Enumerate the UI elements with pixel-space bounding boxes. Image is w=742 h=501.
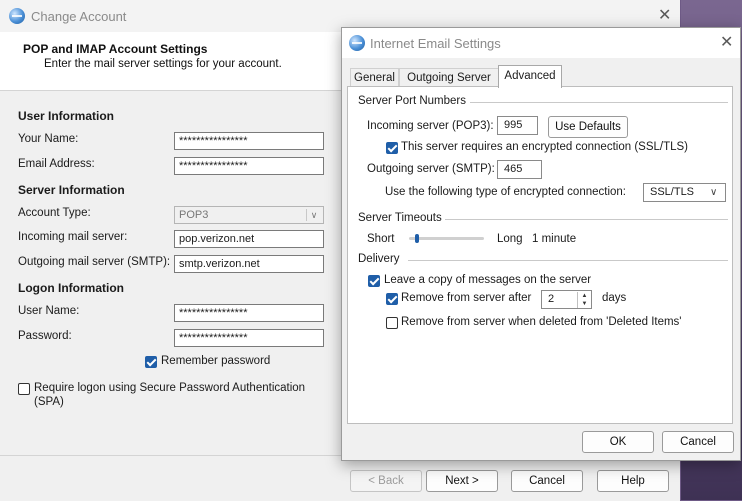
user-info-heading: User Information — [18, 109, 115, 123]
outgoing-port-label: Outgoing server (SMTP): — [367, 163, 495, 175]
leave-copy-checkbox[interactable] — [368, 275, 380, 287]
account-type-label: Account Type: — [18, 207, 91, 219]
remove-after-checkbox[interactable] — [386, 293, 398, 305]
divider — [470, 102, 728, 103]
next-button[interactable]: Next > — [426, 470, 498, 492]
timeout-slider-thumb[interactable] — [414, 234, 419, 243]
remove-after-days-value: 2 — [548, 293, 555, 305]
timeout-long-label: Long — [497, 233, 523, 245]
header-title: POP and IMAP Account Settings — [23, 42, 208, 56]
remove-deleted-label: Remove from server when deleted from 'De… — [401, 316, 682, 328]
encryption-type-label: Use the following type of encrypted conn… — [385, 186, 627, 198]
remember-password-label: Remember password — [161, 355, 271, 367]
use-defaults-button[interactable]: Use Defaults — [548, 116, 628, 138]
outgoing-server-input[interactable]: smtp.verizon.net — [174, 255, 324, 273]
window-title: Change Account — [31, 9, 127, 24]
divider — [445, 219, 728, 220]
incoming-port-label: Incoming server (POP3): — [367, 120, 494, 132]
header-subtitle: Enter the mail server settings for your … — [44, 58, 282, 70]
chevron-down-icon: ∨ — [306, 209, 321, 221]
incoming-port-input[interactable]: 995 — [497, 116, 538, 135]
tab-outgoing-server[interactable]: Outgoing Server — [399, 68, 499, 87]
outgoing-server-label: Outgoing mail server (SMTP): — [18, 256, 171, 268]
your-name-label: Your Name: — [18, 133, 79, 145]
server-ports-heading: Server Port Numbers — [358, 95, 467, 107]
help-button[interactable]: Help — [597, 470, 669, 492]
leave-copy-label: Leave a copy of messages on the server — [384, 274, 592, 286]
timeout-slider[interactable] — [409, 237, 484, 240]
timeout-short-label: Short — [367, 233, 395, 245]
timeout-value: 1 minute — [532, 233, 577, 245]
dialog-cancel-button[interactable]: Cancel — [662, 431, 734, 453]
password-label: Password: — [18, 330, 72, 342]
server-info-heading: Server Information — [18, 183, 125, 197]
email-label: Email Address: — [18, 158, 95, 170]
tab-advanced[interactable]: Advanced — [498, 65, 562, 88]
ssl-required-checkbox[interactable] — [386, 142, 398, 154]
outgoing-port-input[interactable]: 465 — [497, 160, 542, 179]
days-label: days — [602, 292, 627, 304]
encryption-type-select[interactable]: SSL/TLS ∨ — [643, 183, 726, 202]
logon-info-heading: Logon Information — [18, 281, 124, 295]
remove-after-label: Remove from server after — [401, 292, 532, 304]
spa-checkbox[interactable] — [18, 383, 30, 395]
your-name-input[interactable]: **************** — [174, 132, 324, 150]
encryption-type-value: SSL/TLS — [650, 186, 695, 198]
email-settings-titlebar: Internet Email Settings ✕ — [342, 28, 740, 58]
cancel-button[interactable]: Cancel — [511, 470, 583, 492]
internet-email-settings-dialog: Internet Email Settings ✕ General Outgoi… — [341, 27, 741, 461]
app-globe-icon — [9, 8, 25, 24]
spa-label: Require logon using Secure Password Auth… — [34, 382, 306, 408]
email-input[interactable]: **************** — [174, 157, 324, 175]
server-timeouts-heading: Server Timeouts — [358, 212, 442, 224]
spin-down-icon[interactable]: ▼ — [577, 300, 591, 308]
remove-deleted-checkbox[interactable] — [386, 317, 398, 329]
back-button[interactable]: < Back — [350, 470, 422, 492]
username-input[interactable]: **************** — [174, 304, 324, 322]
app-globe-icon — [349, 35, 365, 51]
incoming-server-label: Incoming mail server: — [18, 231, 128, 243]
spin-up-icon[interactable]: ▲ — [577, 292, 591, 300]
delivery-heading: Delivery — [358, 253, 400, 265]
tab-general[interactable]: General — [350, 68, 399, 87]
incoming-server-input[interactable]: pop.verizon.net — [174, 230, 324, 248]
remember-password-checkbox[interactable] — [145, 356, 157, 368]
dialog-title: Internet Email Settings — [370, 36, 501, 51]
password-input[interactable]: **************** — [174, 329, 324, 347]
chevron-down-icon: ∨ — [710, 187, 718, 198]
username-label: User Name: — [18, 305, 80, 317]
ssl-required-label: This server requires an encrypted connec… — [401, 141, 688, 153]
divider — [408, 260, 728, 261]
ok-button[interactable]: OK — [582, 431, 654, 453]
remove-after-days-spinner[interactable]: 2 ▲ ▼ — [541, 290, 592, 309]
advanced-tab-panel: Server Port Numbers Incoming server (POP… — [347, 86, 733, 424]
account-type-value: POP3 — [179, 209, 209, 221]
close-icon[interactable]: ✕ — [720, 35, 733, 51]
close-icon[interactable]: ✕ — [658, 8, 671, 24]
account-type-select: POP3 ∨ — [174, 206, 324, 224]
wizard-footer: < Back Next > Cancel Help — [0, 455, 680, 501]
